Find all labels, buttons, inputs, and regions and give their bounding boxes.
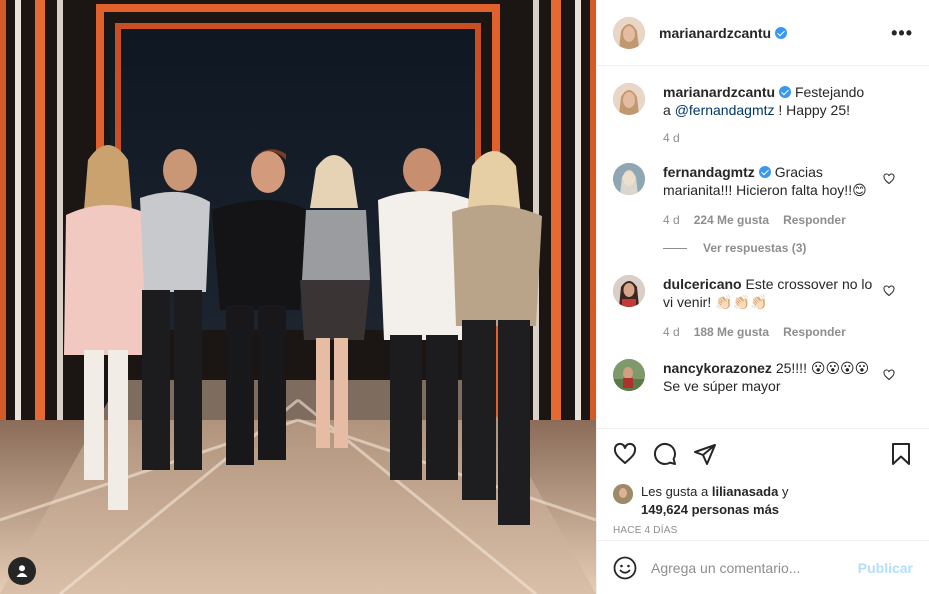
view-replies-label: Ver respuestas (3) xyxy=(703,241,807,255)
person-icon xyxy=(16,565,28,577)
add-comment-bar: Publicar xyxy=(597,540,929,594)
comment-item: nancykorazonez 25!!!! 😮😮😮😮 Se ve súper m… xyxy=(613,359,913,395)
commenter-avatar[interactable] xyxy=(613,275,645,307)
commenter-avatar[interactable] xyxy=(613,163,645,195)
comment-username[interactable]: dulcericano xyxy=(663,276,742,292)
author-avatar[interactable] xyxy=(613,16,645,49)
liker-username[interactable]: lilianasada xyxy=(712,484,778,499)
post-sidebar: marianardzcantu ••• marianardzcantu Fest… xyxy=(596,0,929,594)
likes-count[interactable]: 149,624 personas más xyxy=(641,502,779,517)
post-actions: Les gusta a lilianasada y 149,624 person… xyxy=(597,428,929,536)
comment-time[interactable]: 4 d xyxy=(663,213,680,227)
view-replies-button[interactable]: Ver respuestas (3) xyxy=(663,241,913,255)
avatar-image xyxy=(613,16,645,49)
comment-bubble-icon[interactable] xyxy=(653,442,677,466)
caption-mention[interactable]: @fernandagmtz xyxy=(675,102,775,118)
comment-item: fernandagmtz Gracias marianita!!! Hicier… xyxy=(613,163,913,199)
commenter-avatar[interactable] xyxy=(613,359,645,391)
comment-username[interactable]: fernandagmtz xyxy=(663,164,755,180)
caption-avatar[interactable] xyxy=(613,83,645,115)
replies-divider xyxy=(663,247,687,249)
action-bar xyxy=(613,439,913,469)
comment-meta: 4 d 188 Me gusta Responder xyxy=(663,325,913,339)
reply-button[interactable]: Responder xyxy=(783,325,846,339)
post-header: marianardzcantu ••• xyxy=(597,0,929,66)
comment-input[interactable] xyxy=(651,559,858,576)
caption-time[interactable]: 4 d xyxy=(663,131,680,145)
caption-username[interactable]: marianardzcantu xyxy=(663,84,775,100)
caption-meta: 4 d xyxy=(663,131,913,145)
reply-button[interactable]: Responder xyxy=(783,213,846,227)
comments-list[interactable]: marianardzcantu Festejando a @fernandagm… xyxy=(597,67,929,427)
verified-badge-icon xyxy=(758,166,771,178)
comment-username[interactable]: nancykorazonez xyxy=(663,360,772,376)
like-comment-heart-icon[interactable] xyxy=(883,285,895,297)
avatar-image xyxy=(613,275,645,307)
post-date[interactable]: HACE 4 DÍAS xyxy=(613,525,913,536)
comment-text: dulcericano Este crossover no lo vi veni… xyxy=(663,275,873,311)
avatar-image xyxy=(613,484,633,504)
comment-text: nancykorazonez 25!!!! 😮😮😮😮 Se ve súper m… xyxy=(663,359,873,395)
post-photo[interactable] xyxy=(0,0,596,594)
caption: marianardzcantu Festejando a @fernandagm… xyxy=(613,83,913,119)
likes-prefix: Les gusta a xyxy=(641,484,709,499)
like-comment-heart-icon[interactable] xyxy=(883,369,895,381)
share-paper-plane-icon[interactable] xyxy=(693,442,717,466)
caption-text: marianardzcantu Festejando a @fernandagm… xyxy=(663,83,873,119)
avatar-image xyxy=(613,359,645,391)
likes-connector: y xyxy=(781,484,789,499)
liker-avatar[interactable] xyxy=(613,484,633,504)
group-photo-illustration xyxy=(0,0,596,594)
verified-badge-icon xyxy=(775,26,788,39)
verified-badge-icon xyxy=(779,86,792,98)
emoji-smiley-icon[interactable] xyxy=(613,556,637,580)
comment-likes[interactable]: 224 Me gusta xyxy=(694,213,769,227)
comment-likes[interactable]: 188 Me gusta xyxy=(694,325,769,339)
user-tag-button[interactable] xyxy=(8,557,36,585)
avatar-image xyxy=(613,83,645,115)
like-comment-heart-icon[interactable] xyxy=(883,173,895,185)
comment-text: fernandagmtz Gracias marianita!!! Hicier… xyxy=(663,163,873,199)
publish-button[interactable]: Publicar xyxy=(858,560,913,576)
comment-item: dulcericano Este crossover no lo vi veni… xyxy=(613,275,913,311)
more-options-icon[interactable]: ••• xyxy=(891,24,913,42)
like-heart-icon[interactable] xyxy=(613,442,637,466)
save-bookmark-icon[interactable] xyxy=(889,442,913,466)
comment-time[interactable]: 4 d xyxy=(663,325,680,339)
caption-body-end: ! Happy 25! xyxy=(778,102,851,118)
comment-meta: 4 d 224 Me gusta Responder xyxy=(663,213,913,227)
author-username[interactable]: marianardzcantu xyxy=(659,25,771,41)
likes-text: Les gusta a lilianasada y 149,624 person… xyxy=(641,483,788,519)
avatar-image xyxy=(613,163,645,195)
likes-summary: Les gusta a lilianasada y 149,624 person… xyxy=(613,483,913,519)
